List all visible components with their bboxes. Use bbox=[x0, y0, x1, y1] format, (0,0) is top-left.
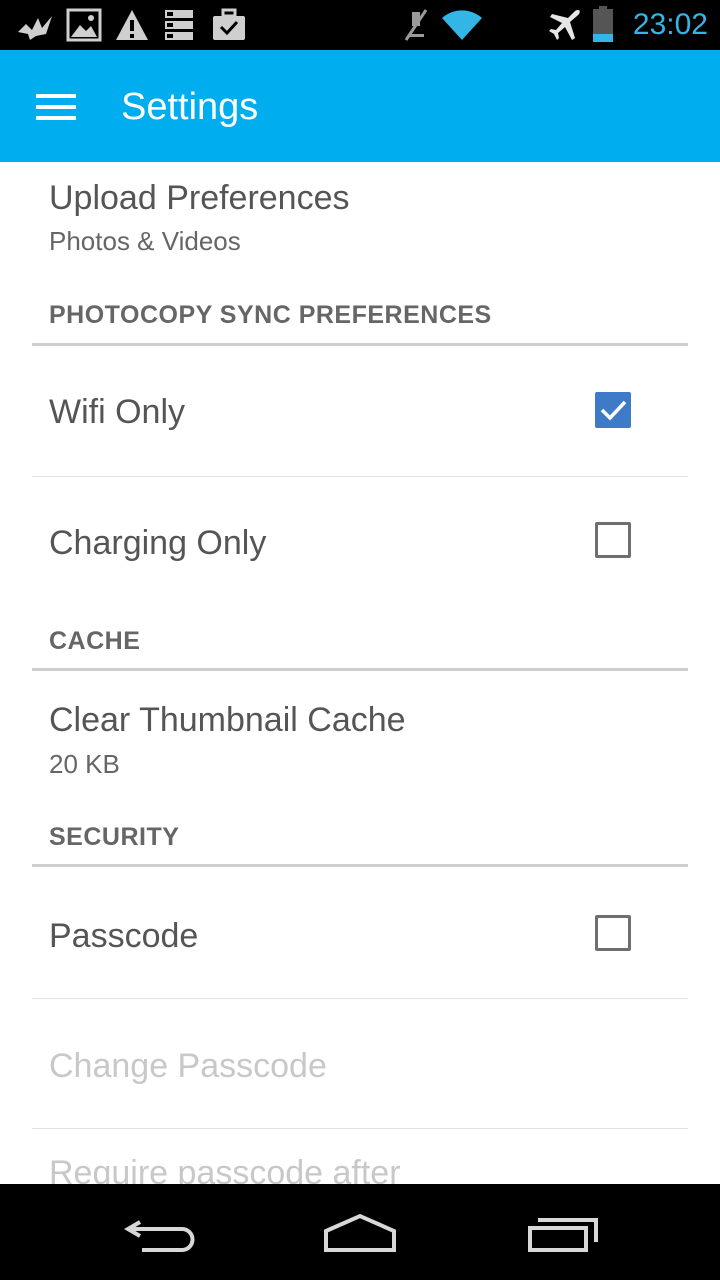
passcode-item[interactable]: Passcode bbox=[0, 867, 720, 998]
category-cache: CACHE bbox=[49, 627, 141, 655]
wifi-only-checkbox[interactable] bbox=[595, 392, 631, 428]
mute-icon bbox=[404, 9, 428, 41]
charging-only-checkbox[interactable] bbox=[595, 522, 631, 558]
clock: 23:02 bbox=[632, 8, 708, 41]
wifi-only-item[interactable]: Wifi Only bbox=[0, 346, 720, 476]
navigation-bar bbox=[0, 1184, 720, 1280]
home-button[interactable] bbox=[300, 1204, 420, 1260]
app-bar: Settings bbox=[0, 50, 720, 162]
charging-only-item[interactable]: Charging Only bbox=[0, 477, 720, 607]
wifi-icon bbox=[442, 10, 482, 40]
settings-list[interactable]: Upload Preferences Photos & Videos PHOTO… bbox=[0, 162, 720, 1184]
briefcase-icon bbox=[213, 8, 245, 40]
bird-notification-icon bbox=[18, 16, 52, 40]
passcode-label: Passcode bbox=[49, 917, 199, 955]
passcode-checkbox[interactable] bbox=[595, 915, 631, 951]
charging-only-label: Charging Only bbox=[49, 524, 267, 562]
upload-preferences-title: Upload Preferences bbox=[49, 179, 350, 217]
category-sync-preferences: PHOTOCOPY SYNC PREFERENCES bbox=[49, 301, 492, 329]
status-bar: 23:02 bbox=[0, 0, 720, 50]
require-passcode-label: Require passcode after bbox=[49, 1154, 401, 1184]
change-passcode-item: Change Passcode bbox=[0, 999, 720, 1129]
require-passcode-item: Require passcode after bbox=[0, 1129, 720, 1184]
menu-icon[interactable] bbox=[36, 94, 76, 120]
recent-apps-icon bbox=[528, 1218, 598, 1252]
airplane-mode-icon bbox=[549, 10, 580, 40]
battery-icon bbox=[593, 6, 613, 42]
upload-preferences-summary: Photos & Videos bbox=[49, 226, 241, 256]
page-title: Settings bbox=[121, 86, 259, 128]
clear-cache-title: Clear Thumbnail Cache bbox=[49, 701, 406, 739]
category-security: SECURITY bbox=[49, 823, 180, 851]
change-passcode-label: Change Passcode bbox=[49, 1047, 327, 1085]
home-icon bbox=[324, 1213, 396, 1252]
upload-preferences-item[interactable]: Upload Preferences Photos & Videos bbox=[0, 162, 720, 272]
storage-icon bbox=[165, 10, 193, 40]
recent-apps-button[interactable] bbox=[500, 1204, 620, 1260]
back-icon bbox=[124, 1220, 195, 1252]
back-button[interactable] bbox=[100, 1204, 220, 1260]
warning-icon bbox=[116, 10, 148, 40]
wifi-only-label: Wifi Only bbox=[49, 393, 185, 431]
image-icon bbox=[66, 8, 102, 42]
clear-thumbnail-cache-item[interactable]: Clear Thumbnail Cache 20 KB bbox=[0, 671, 720, 799]
cache-size: 20 KB bbox=[49, 749, 120, 779]
checkmark-icon bbox=[600, 400, 627, 421]
